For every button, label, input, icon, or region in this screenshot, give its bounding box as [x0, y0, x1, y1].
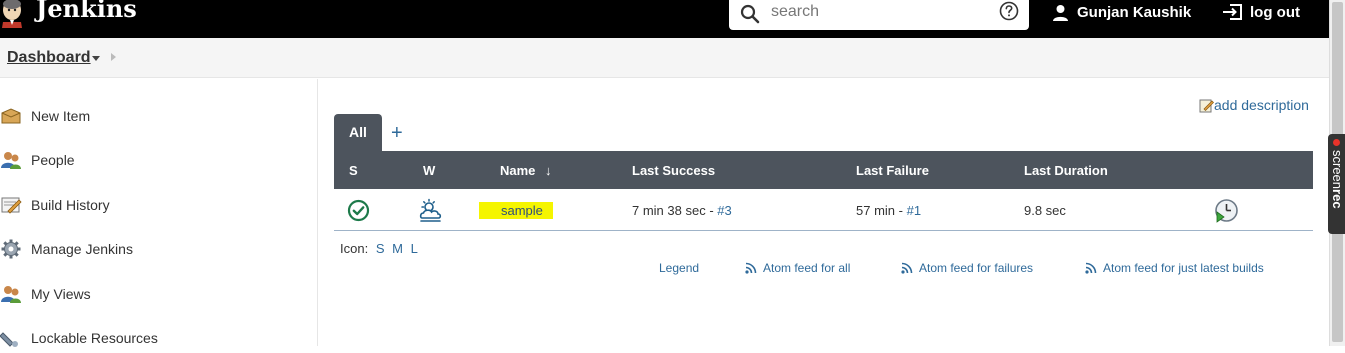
- atom-feed-all-label: Atom feed for all: [763, 261, 851, 275]
- build-history-icon: [1, 197, 22, 214]
- record-dot-icon: [1333, 139, 1340, 146]
- user-profile-link[interactable]: Gunjan Kaushik: [1052, 0, 1191, 24]
- breadcrumb: Dashboard: [0, 38, 1329, 78]
- rss-feed-icon: [901, 262, 913, 274]
- atom-feed-failures-link[interactable]: Atom feed for failures: [901, 261, 1033, 275]
- icon-size-selector: Icon: S M L: [340, 241, 418, 256]
- rss-feed-icon: [745, 262, 757, 274]
- sidebar-item-label: Lockable Resources: [31, 330, 158, 346]
- sidebar-item-label: New Item: [31, 108, 91, 124]
- sidebar-item-new-item[interactable]: New Item: [0, 101, 300, 131]
- chevron-right-icon: [111, 53, 116, 61]
- cloudy-weather-icon: [419, 198, 442, 222]
- user-name: Gunjan Kaushik: [1077, 3, 1192, 21]
- atom-feed-latest-link[interactable]: Atom feed for just latest builds: [1085, 261, 1264, 275]
- logout-icon: [1223, 4, 1242, 20]
- column-weather[interactable]: W: [423, 163, 435, 178]
- legend-link[interactable]: Legend: [659, 261, 699, 275]
- gear-icon: [1, 239, 21, 259]
- people-icon: [1, 152, 21, 169]
- logout-link[interactable]: log out: [1222, 0, 1300, 24]
- last-failure-cell: 57 min - #1: [856, 203, 921, 218]
- atom-feed-latest-label: Atom feed for just latest builds: [1103, 261, 1264, 275]
- success-check-icon: [347, 199, 370, 222]
- column-last-success[interactable]: Last Success: [632, 163, 715, 178]
- search-icon: [740, 4, 760, 24]
- last-failure-time: 57 min -: [856, 203, 903, 218]
- sidebar-item-manage-jenkins[interactable]: Manage Jenkins: [0, 234, 300, 264]
- sidebar-item-label: Manage Jenkins: [31, 241, 133, 257]
- sidebar-item-my-views[interactable]: My Views: [0, 279, 300, 309]
- column-last-duration[interactable]: Last Duration: [1024, 163, 1108, 178]
- atom-feed-all-link[interactable]: Atom feed for all: [745, 261, 850, 275]
- edit-note-icon: [1199, 99, 1214, 112]
- last-success-time: 7 min 38 sec -: [632, 203, 714, 218]
- icon-size-s[interactable]: S: [376, 241, 385, 256]
- last-success-cell: 7 min 38 sec - #3: [632, 203, 732, 218]
- screenrec-badge: screenrec: [1328, 134, 1345, 234]
- rss-feed-icon: [1085, 262, 1097, 274]
- column-status[interactable]: S: [349, 163, 358, 178]
- sidebar-item-label: My Views: [31, 286, 91, 302]
- icon-size-m[interactable]: M: [392, 241, 403, 256]
- user-icon: [1053, 4, 1068, 21]
- icon-size-label: Icon:: [340, 241, 369, 256]
- sort-arrow-icon: ↓: [545, 163, 552, 178]
- tab-all[interactable]: All: [334, 114, 382, 151]
- app-name: Jenkins: [36, 0, 137, 23]
- sidebar-item-people[interactable]: People: [0, 145, 300, 175]
- new-item-icon: [1, 108, 21, 124]
- add-description-link[interactable]: add description: [1199, 96, 1309, 114]
- table-row: sample 7 min 38 sec - #3 57 min - #1 9.8…: [334, 189, 1313, 231]
- add-view-tab[interactable]: +: [391, 121, 403, 145]
- top-header: Jenkins Gunjan Kaushik log out: [0, 0, 1329, 38]
- sidebar-item-label: Build History: [31, 197, 110, 213]
- sidebar-item-lockable-resources[interactable]: Lockable Resources: [0, 323, 300, 353]
- search-input[interactable]: [771, 1, 991, 23]
- sidebar-item-label: People: [31, 152, 75, 168]
- my-views-icon: [1, 286, 21, 303]
- job-name-link[interactable]: sample: [479, 202, 553, 219]
- search-box: [729, 0, 1029, 30]
- table-header: S W Name ↓ Last Success Last Failure Las…: [334, 151, 1313, 189]
- breadcrumb-dashboard[interactable]: Dashboard: [7, 49, 91, 67]
- column-last-failure[interactable]: Last Failure: [856, 163, 929, 178]
- screenrec-watermark: screenrec: [1330, 150, 1345, 209]
- logout-label: log out: [1250, 3, 1300, 21]
- column-name[interactable]: Name ↓: [500, 163, 552, 178]
- schedule-build-icon[interactable]: [1214, 198, 1239, 223]
- last-failure-build-link[interactable]: #1: [907, 203, 921, 218]
- sidebar-item-build-history[interactable]: Build History: [0, 190, 300, 220]
- atom-feed-failures-label: Atom feed for failures: [919, 261, 1034, 275]
- column-name-label: Name: [500, 163, 536, 178]
- sidebar: New Item People Build History Manage Jen…: [0, 79, 318, 347]
- last-success-build-link[interactable]: #3: [717, 203, 731, 218]
- chevron-down-icon[interactable]: [92, 56, 100, 61]
- icon-size-l[interactable]: L: [411, 241, 418, 256]
- jenkins-butler-icon: [2, 0, 22, 28]
- help-icon[interactable]: [998, 0, 1020, 22]
- add-description-label: add description: [1214, 97, 1309, 113]
- last-duration-cell: 9.8 sec: [1024, 203, 1066, 218]
- legend-label: Legend: [659, 261, 700, 275]
